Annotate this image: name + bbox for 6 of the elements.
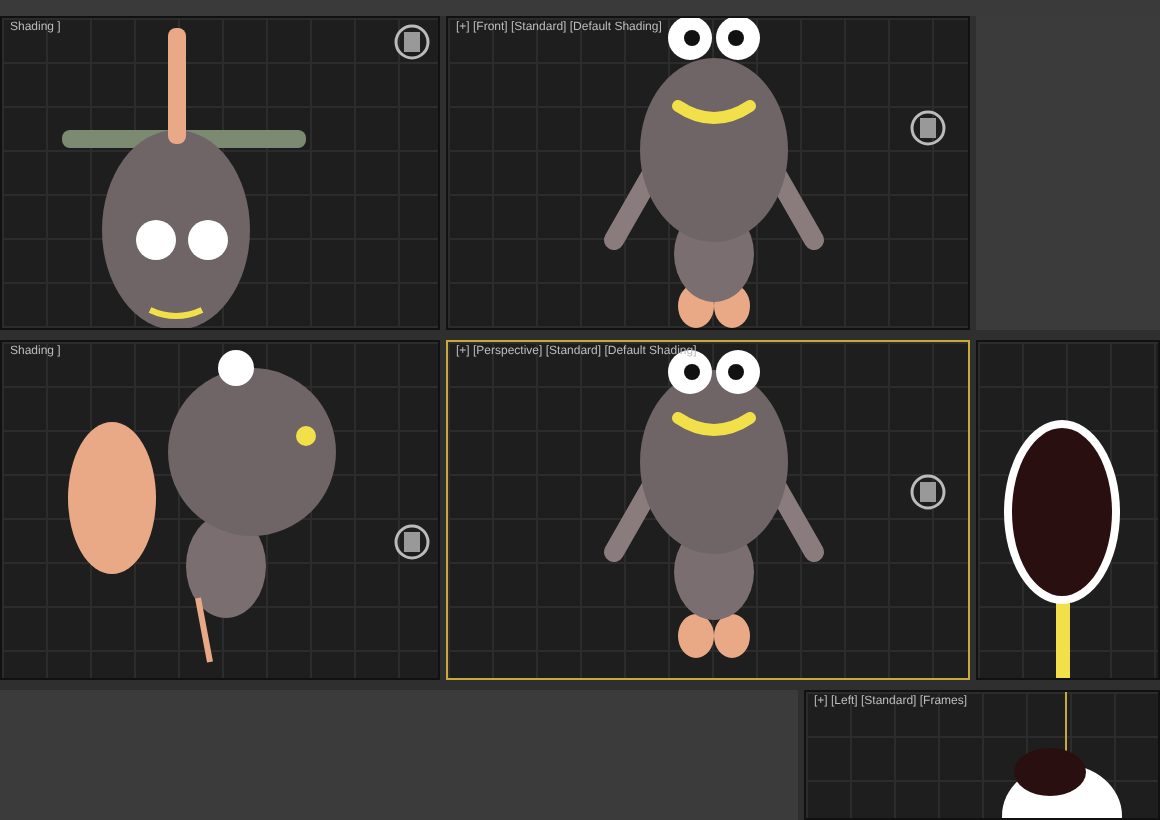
view-cube-icon[interactable]: [910, 474, 946, 510]
view-cube-icon[interactable]: [394, 24, 430, 60]
view-cube-icon[interactable]: [394, 524, 430, 560]
viewport-panel[interactable]: [976, 340, 1160, 680]
view-cube-icon[interactable]: [910, 110, 946, 146]
character-drawing: [1002, 692, 1122, 818]
